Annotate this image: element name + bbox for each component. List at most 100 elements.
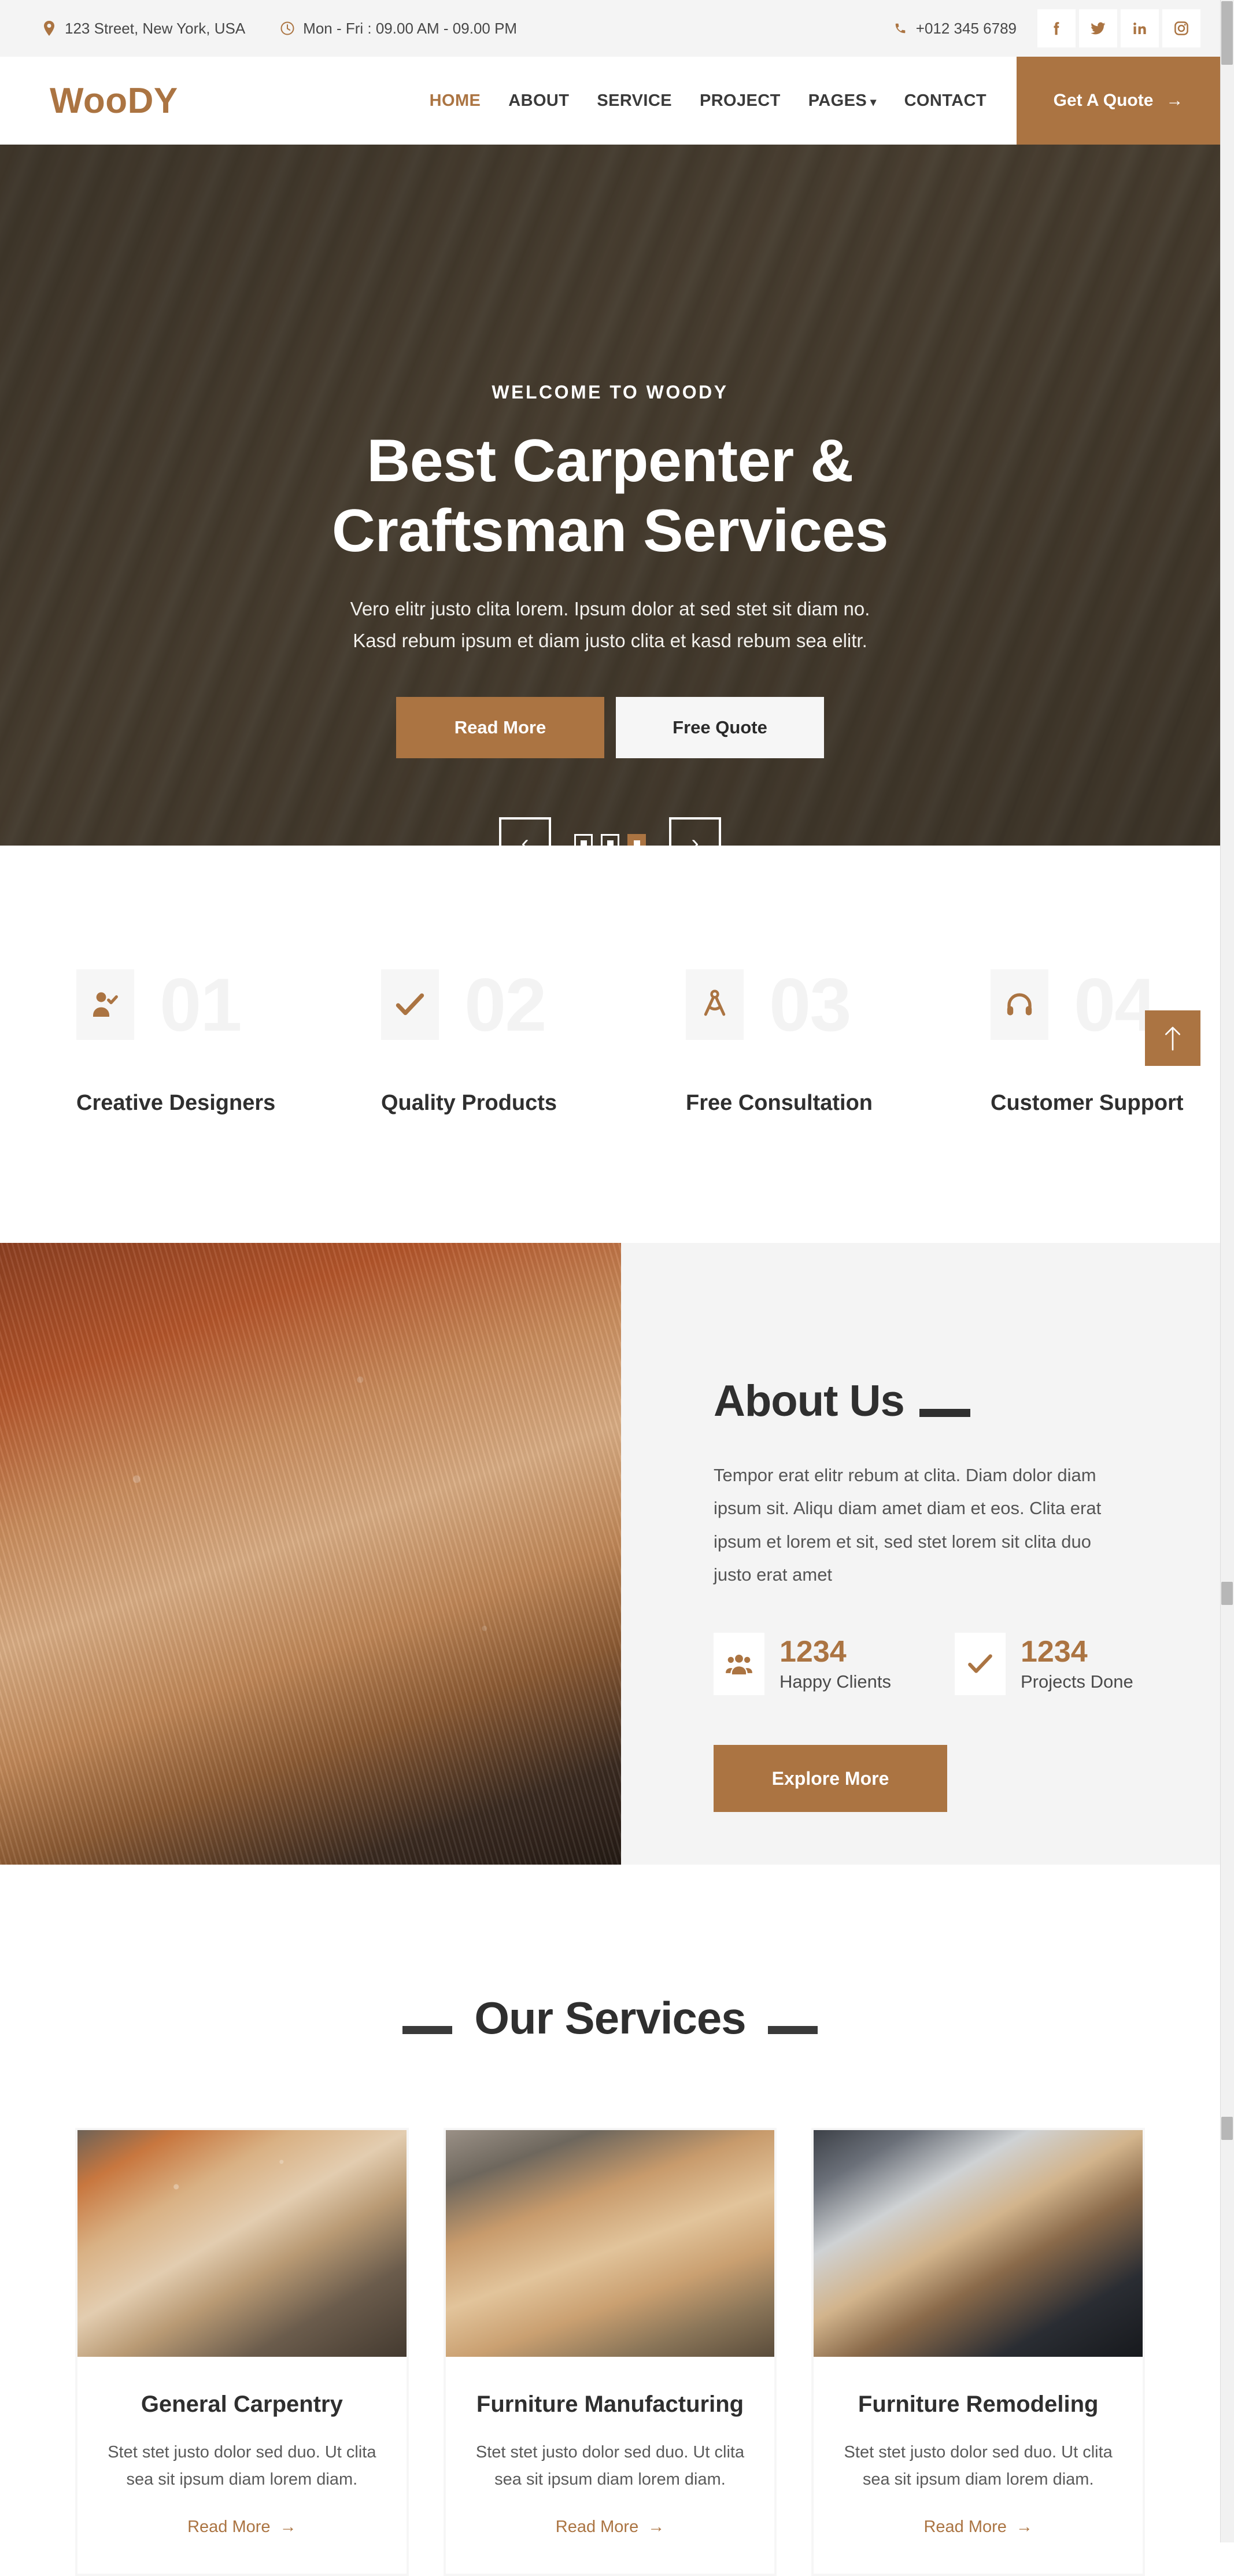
instagram-icon[interactable] xyxy=(1162,9,1200,47)
page-scrollbar-track[interactable] xyxy=(1220,0,1234,2542)
compass-draft-icon xyxy=(686,969,744,1040)
workbench-tools-photo xyxy=(445,2130,775,2357)
nav-links: HOME ABOUT SERVICE PROJECT PAGES ▾ CONTAC… xyxy=(430,57,1017,145)
carousel-controls: ‹ › xyxy=(499,817,721,846)
stat-text-block: 1234 Happy Clients xyxy=(779,1636,891,1692)
carousel-dot-3[interactable] xyxy=(627,834,646,846)
topbar: 123 Street, New York, USA Mon - Fri : 09… xyxy=(0,0,1220,57)
phone-icon xyxy=(893,20,908,37)
user-check-icon xyxy=(76,969,134,1040)
service-card-body: Furniture Remodeling Stet stet justo dol… xyxy=(814,2357,1143,2574)
get-a-quote-label: Get A Quote xyxy=(1053,91,1154,110)
arrow-right-icon: → xyxy=(1015,2517,1033,2536)
service-card-general-carpentry[interactable]: General Carpentry Stet stet justo dolor … xyxy=(75,2128,409,2576)
facebook-icon[interactable] xyxy=(1037,9,1076,47)
nav-item-contact[interactable]: CONTACT xyxy=(904,91,987,110)
feature-label: Creative Designers xyxy=(76,1091,276,1115)
phone-item[interactable]: +012 345 6789 xyxy=(893,20,1017,38)
nav-item-home[interactable]: HOME xyxy=(430,91,481,110)
feature-label: Quality Products xyxy=(381,1091,557,1115)
topbar-right: +012 345 6789 xyxy=(893,9,1220,47)
hours-text: Mon - Fri : 09.00 AM - 09.00 PM xyxy=(303,19,518,37)
hero-subtitle-line-1: Vero elitr justo clita lorem. Ipsum dolo… xyxy=(350,598,870,620)
about-content: About Us Tempor erat elitr rebum at clit… xyxy=(621,1243,1220,1865)
service-read-more-link[interactable]: Read More → xyxy=(923,2518,1032,2537)
feature-number: 04 xyxy=(1074,962,1157,1047)
about-image xyxy=(0,1243,621,1865)
feature-row: 01 xyxy=(76,961,306,1048)
about-section: About Us Tempor erat elitr rebum at clit… xyxy=(0,1243,1220,1865)
stat-number: 1234 xyxy=(779,1635,847,1669)
people-icon xyxy=(714,1633,764,1696)
service-card-body: General Carpentry Stet stet justo dolor … xyxy=(77,2357,407,2574)
hero-carousel: WELCOME TO WOODY Best Carpenter & Crafts… xyxy=(0,145,1220,846)
feature-row: 03 xyxy=(686,961,915,1048)
hours-item: Mon - Fri : 09.00 AM - 09.00 PM xyxy=(280,20,517,38)
nav-item-pages[interactable]: PAGES ▾ xyxy=(808,91,877,110)
page-root: 123 Street, New York, USA Mon - Fri : 09… xyxy=(0,0,1220,2576)
topbar-left: 123 Street, New York, USA Mon - Fri : 09… xyxy=(42,20,517,38)
feature-number: 03 xyxy=(769,962,852,1047)
services-title: Our Services xyxy=(474,1992,746,2043)
nav-item-pages-label: PAGES xyxy=(808,91,867,110)
hero-title: Best Carpenter & Craftsman Services xyxy=(331,426,889,566)
service-read-more-link[interactable]: Read More → xyxy=(556,2518,664,2537)
hero-buttons: Read More Free Quote xyxy=(396,697,824,759)
twitter-icon[interactable] xyxy=(1079,9,1117,47)
service-title: General Carpentry xyxy=(141,2392,343,2417)
stat-number: 1234 xyxy=(1020,1635,1088,1669)
service-read-more-label: Read More xyxy=(923,2517,1007,2536)
service-title: Furniture Remodeling xyxy=(858,2392,1099,2417)
feature-number: 01 xyxy=(160,962,242,1047)
navbar: WooDY HOME ABOUT SERVICE PROJECT PAGES ▾ … xyxy=(0,57,1220,145)
service-description: Stet stet justo dolor sed duo. Ut clita … xyxy=(844,2443,1113,2489)
service-read-more-link[interactable]: Read More → xyxy=(187,2518,296,2537)
hero-title-line-1: Best Carpenter & xyxy=(367,427,854,494)
social-links xyxy=(1037,9,1200,47)
carousel-dot-1[interactable] xyxy=(574,834,593,846)
feature-creative-designers: 01 Creative Designers xyxy=(0,961,306,1116)
feature-label: Free Consultation xyxy=(686,1091,873,1115)
check-icon xyxy=(381,969,439,1040)
about-title-text: About Us xyxy=(714,1376,905,1426)
linkedin-icon[interactable] xyxy=(1121,9,1159,47)
carousel-dot-2[interactable] xyxy=(601,834,619,846)
feature-quality-products: 02 Quality Products xyxy=(306,961,611,1116)
hero-title-line-2: Craftsman Services xyxy=(331,497,889,564)
free-quote-button[interactable]: Free Quote xyxy=(616,697,824,759)
service-card-body: Furniture Manufacturing Stet stet justo … xyxy=(445,2357,775,2574)
nav-item-service[interactable]: SERVICE xyxy=(597,91,672,110)
service-card-furniture-remodeling[interactable]: Furniture Remodeling Stet stet justo dol… xyxy=(811,2128,1146,2576)
feature-label: Customer Support xyxy=(991,1091,1184,1115)
page-scrollbar-marker-1 xyxy=(1221,1582,1233,1605)
service-read-more-label: Read More xyxy=(187,2517,271,2536)
hero-kicker: WELCOME TO WOODY xyxy=(492,382,729,403)
about-stats: 1234 Happy Clients 1234 Projects Done xyxy=(714,1633,1133,1696)
hero-subtitle-line-2: Kasd rebum ipsum et diam justo clita et … xyxy=(353,629,867,651)
service-card-furniture-manufacturing[interactable]: Furniture Manufacturing Stet stet justo … xyxy=(443,2128,777,2576)
arrow-right-icon: → xyxy=(279,2517,297,2536)
feature-row: 02 xyxy=(381,961,611,1048)
headphones-icon xyxy=(991,969,1048,1040)
services-section: Our Services General Carpentry Stet stet… xyxy=(0,1865,1220,2576)
chevron-down-icon: ▾ xyxy=(870,95,877,109)
carousel-next-button[interactable]: › xyxy=(669,817,721,846)
explore-more-button[interactable]: Explore More xyxy=(714,1745,947,1813)
carousel-prev-button[interactable]: ‹ xyxy=(499,817,551,846)
nav-item-about[interactable]: ABOUT xyxy=(508,91,569,110)
arrow-up-icon xyxy=(1165,1027,1180,1051)
get-a-quote-button[interactable]: Get A Quote → xyxy=(1017,57,1220,145)
clock-icon xyxy=(280,20,295,37)
nav-item-project[interactable]: PROJECT xyxy=(700,91,781,110)
feature-number: 02 xyxy=(464,962,547,1047)
service-description: Stet stet justo dolor sed duo. Ut clita … xyxy=(108,2443,376,2489)
feature-free-consultation: 03 Free Consultation xyxy=(611,961,915,1116)
page-scrollbar-thumb[interactable] xyxy=(1221,1,1233,65)
features-section: 01 Creative Designers 02 Quality Product… xyxy=(0,846,1220,1243)
hero-content: WELCOME TO WOODY Best Carpenter & Crafts… xyxy=(0,145,1220,846)
read-more-button[interactable]: Read More xyxy=(396,697,604,759)
arrow-right-icon: → xyxy=(648,2517,665,2536)
services-grid: General Carpentry Stet stet justo dolor … xyxy=(0,2044,1220,2576)
brand-logo[interactable]: WooDY xyxy=(0,57,178,145)
scroll-to-top-button[interactable] xyxy=(1145,1010,1200,1066)
